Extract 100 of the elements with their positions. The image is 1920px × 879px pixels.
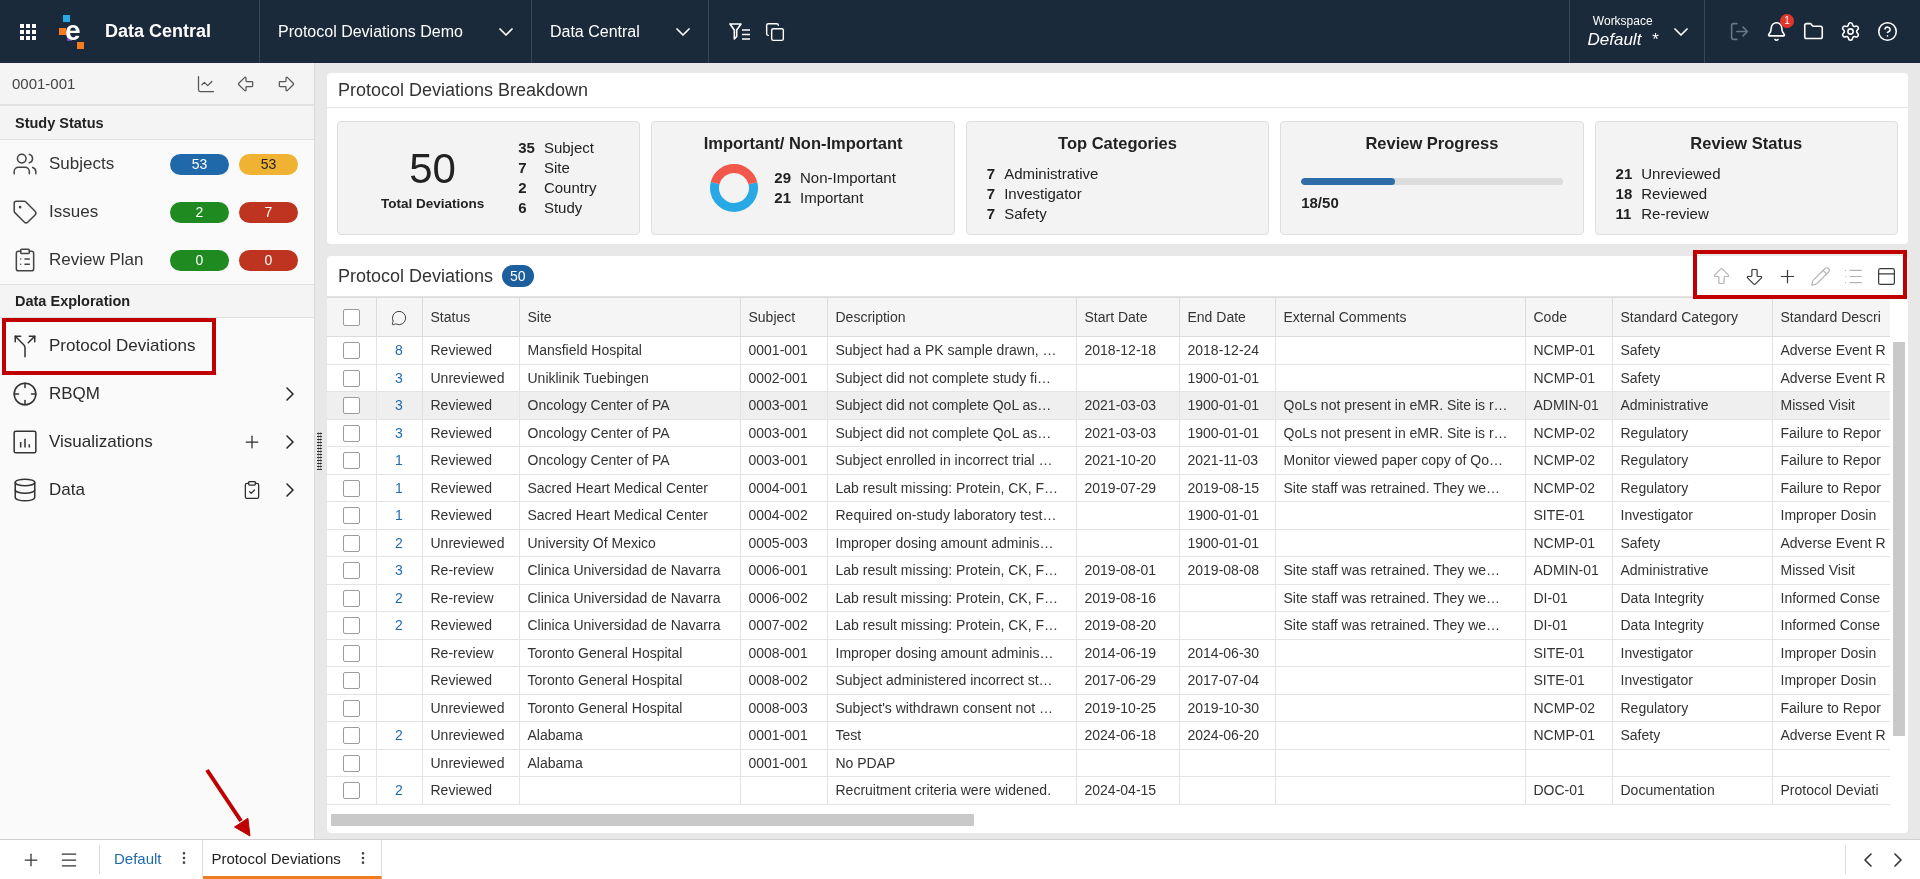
table-row[interactable]: 1 Reviewed Oncology Center of PA 0003-001 Subject enrolled in incorrect trial … 2021-10-20 2021-11-03 Monitor viewed paper copy of Qo… NCMP-02 Regulatory Failure to Repor xyxy=(327,446,1890,474)
nav-item[interactable]: RBQM xyxy=(0,370,314,418)
scrollbar-thumb[interactable] xyxy=(1893,342,1905,736)
column-header[interactable]: Start Date xyxy=(1076,297,1179,337)
table-row[interactable]: 2 Reviewed Clinica Universidad de Navarra 0007-002 Lab result missing: Protein, CK, F… 2019-08-20 Site staff was retrained. They we… DI-01 Data Integrity Informed Conse xyxy=(327,611,1890,639)
comment-count-link[interactable]: 2 xyxy=(395,534,403,551)
line-chart-icon[interactable] xyxy=(196,73,216,94)
table-row[interactable]: 3 Reviewed Oncology Center of PA 0003-001 Subject did not complete QoL as… 2021-03-03 1900-01-01 QoLs not present in eMR. Site is r… NCMP-02 Regulatory Failure to Repor xyxy=(327,419,1890,447)
table-row[interactable]: 2 Unreviewed Alabama 0001-001 Test 2024-06-18 2024-06-20 NCMP-01 Safety Adverse Event R xyxy=(327,721,1890,749)
comment-count-link[interactable]: 2 xyxy=(395,617,403,634)
row-checkbox[interactable] xyxy=(342,672,360,690)
row-checkbox[interactable] xyxy=(342,452,360,470)
comment-count-link[interactable]: 8 xyxy=(395,342,403,359)
filter-icon[interactable] xyxy=(728,22,751,41)
table-cell: Documentation xyxy=(1612,776,1772,804)
comment-count-link[interactable]: 3 xyxy=(395,369,403,386)
row-checkbox[interactable] xyxy=(342,507,360,525)
table-row[interactable]: 1 Reviewed Sacred Heart Medical Center 0004-002 Required on-study laboratory test… 1900-01-01 SITE-01 Investigator Improper Dosin xyxy=(327,501,1890,529)
copy-icon[interactable] xyxy=(764,21,785,42)
row-checkbox[interactable] xyxy=(342,699,360,717)
select-all-checkbox[interactable] xyxy=(342,308,360,326)
settings-icon[interactable] xyxy=(1840,21,1861,42)
table-row[interactable]: 2 Reviewed Recruitment criteria were widened. 2024-04-15 DOC-01 Documentation Protocol Deviati xyxy=(327,776,1890,804)
column-header[interactable] xyxy=(376,297,422,337)
row-checkbox[interactable] xyxy=(342,727,360,745)
clipboard-check-icon[interactable] xyxy=(242,480,262,500)
table-row[interactable]: 3 Reviewed Oncology Center of PA 0003-001 Subject did not complete QoL as… 2021-03-03 1900-01-01 QoLs not present in eMR. Site is r… ADMIN-01 Administrative Missed Visit xyxy=(327,391,1890,419)
table-row[interactable]: 3 Unreviewed Uniklinik Tuebingen 0002-001 Subject did not complete study fi… 1900-01-01 NCMP-01 Safety Adverse Event R xyxy=(327,364,1890,392)
nav-item[interactable]: Visualizations xyxy=(0,418,314,466)
comment-count-link[interactable]: 1 xyxy=(395,479,403,496)
table-cell: Subject had a PK sample drawn, … xyxy=(827,336,1076,364)
bell-icon[interactable] xyxy=(1766,21,1787,42)
table-cell: Reviewed xyxy=(422,391,519,419)
workspace-selector[interactable]: Workspace Default * xyxy=(1568,0,1705,63)
table-row[interactable]: Unreviewed Alabama 0001-001 No PDAP xyxy=(327,749,1890,777)
row-checkbox[interactable] xyxy=(342,369,360,387)
table-cell: Monitor viewed paper copy of Qo… xyxy=(1275,446,1525,474)
table-row[interactable]: 3 Re-review Clinica Universidad de Navarra 0006-001 Lab result missing: Protein, CK, F… 2019-08-01 2019-08-08 Site staff was retrained. They we… ADMIN-01 Administrative Missed Visit xyxy=(327,556,1890,584)
table-cell: Site staff was retrained. They we… xyxy=(1275,556,1525,584)
column-header[interactable]: Status xyxy=(422,297,519,337)
table-cell: 2014-06-19 xyxy=(1076,639,1179,667)
table-row[interactable]: 2 Re-review Clinica Universidad de Navarra 0006-002 Lab result missing: Protein, CK, F… 2019-08-16 Site staff was retrained. They we… DI-01 Data Integrity Informed Conse xyxy=(327,584,1890,612)
comment-count-link[interactable]: 3 xyxy=(395,562,403,579)
row-checkbox[interactable] xyxy=(342,617,360,635)
column-header[interactable]: Standard Descri xyxy=(1772,297,1890,337)
scrollbar-thumb[interactable] xyxy=(331,814,974,826)
table-row[interactable]: Unreviewed Toronto General Hospital 0008-003 Subject's withdrawn consent not … 2019-10-25 2019-10-30 NCMP-02 Regulatory Failure to Repor xyxy=(327,694,1890,722)
panel-layout-icon[interactable] xyxy=(1876,265,1897,287)
stat-label: Site xyxy=(543,158,571,178)
row-checkbox[interactable] xyxy=(342,479,360,497)
nav-item[interactable]: Protocol Deviations xyxy=(0,322,314,370)
comment-count-link[interactable]: 2 xyxy=(395,589,403,606)
column-header[interactable]: Code xyxy=(1525,297,1612,337)
comment-count-link[interactable]: 1 xyxy=(395,452,403,469)
table-row[interactable]: 1 Reviewed Sacred Heart Medical Center 0004-001 Lab result missing: Protein, CK, F… 2019-07-29 2019-08-15 Site staff was retrained. They we… NCMP-02 Regulatory Failure to Repor xyxy=(327,474,1890,502)
resize-handle[interactable] xyxy=(316,432,322,470)
column-header[interactable]: External Comments xyxy=(1275,297,1525,337)
row-checkbox[interactable] xyxy=(342,534,360,552)
table-cell: Reviewed xyxy=(422,446,519,474)
row-checkbox[interactable] xyxy=(342,782,360,800)
table-cell: Subject did not complete QoL as… xyxy=(827,419,1076,447)
row-checkbox[interactable] xyxy=(342,424,360,442)
row-checkbox[interactable] xyxy=(342,589,360,607)
row-checkbox[interactable] xyxy=(342,644,360,662)
column-header[interactable] xyxy=(327,297,376,337)
comment-count-link[interactable]: 2 xyxy=(395,782,403,799)
row-checkbox[interactable] xyxy=(342,562,360,580)
total-label: Total Deviations xyxy=(380,195,485,211)
nav-item[interactable]: Data xyxy=(0,466,314,514)
folder-icon[interactable] xyxy=(1803,21,1824,42)
table-cell: Administrative xyxy=(1612,556,1772,584)
help-icon[interactable] xyxy=(1877,21,1898,42)
apps-grid-icon[interactable] xyxy=(19,23,36,40)
table-row[interactable]: 8 Reviewed Mansfield Hospital 0001-001 Subject had a PK sample drawn, … 2018-12-18 2018-12-24 NCMP-01 Safety Adverse Event R xyxy=(327,336,1890,364)
column-header[interactable]: Standard Category xyxy=(1612,297,1772,337)
row-checkbox[interactable] xyxy=(342,342,360,360)
row-checkbox[interactable] xyxy=(342,754,360,772)
table-cell: 0006-001 xyxy=(740,556,827,584)
column-header[interactable]: Subject xyxy=(740,297,827,337)
comment-count-link[interactable]: 1 xyxy=(395,507,403,524)
table-cell: Oncology Center of PA xyxy=(519,419,740,447)
table-row[interactable]: 2 Unreviewed University Of Mexico 0005-003 Improper dosing amount adminis… 1900-01-01 NCMP-01 Safety Adverse Event R xyxy=(327,529,1890,557)
table-cell: Reviewed xyxy=(422,474,519,502)
chevron-right-icon[interactable] xyxy=(1894,852,1902,867)
column-header[interactable]: End Date xyxy=(1179,297,1275,337)
column-header[interactable]: Site xyxy=(519,297,740,337)
table-row[interactable]: Re-review Toronto General Hospital 0008-001 Improper dosing amount adminis… 2014-06-19 2014-06-30 SITE-01 Investigator Improper Dosin xyxy=(327,639,1890,667)
comment-count-link[interactable]: 2 xyxy=(395,727,403,744)
comment-count-link[interactable]: 3 xyxy=(395,397,403,414)
table-row[interactable]: Reviewed Toronto General Hospital 0008-002 Subject administered incorrect st… 2017-06-29 2017-07-04 SITE-01 Investigator Improper Dosin xyxy=(327,666,1890,694)
context-dropdown[interactable]: Data Central xyxy=(531,0,709,63)
chevron-left-icon[interactable] xyxy=(1864,852,1872,867)
card-title: Top Categories xyxy=(1058,133,1177,154)
logo: e xyxy=(59,14,85,49)
table-cell: Reviewed xyxy=(422,611,519,639)
comment-count-link[interactable]: 3 xyxy=(395,424,403,441)
row-checkbox[interactable] xyxy=(342,397,360,415)
column-header[interactable]: Description xyxy=(827,297,1076,337)
count-badge: 53 xyxy=(170,153,229,175)
table-cell: 0001-001 xyxy=(740,336,827,364)
